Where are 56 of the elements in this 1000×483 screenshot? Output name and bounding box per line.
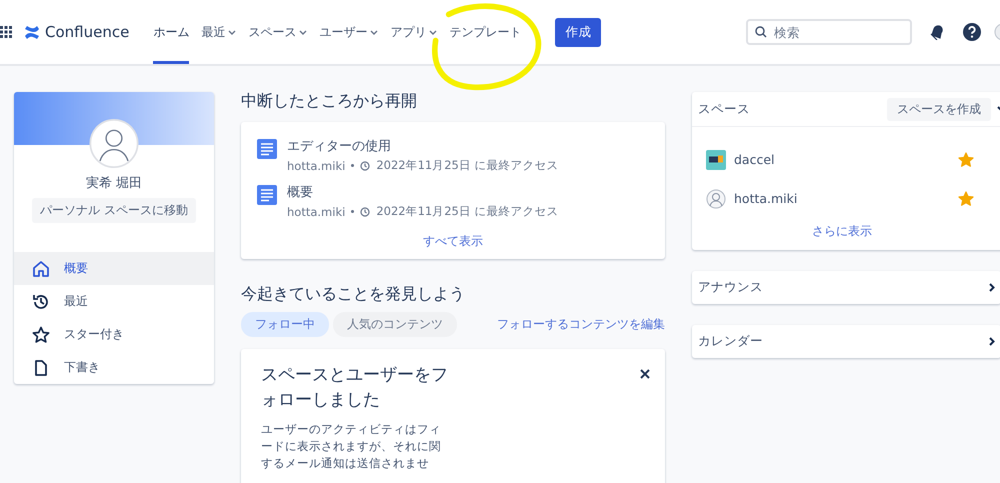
chevron-right-icon [989,337,995,346]
page-icon [257,139,277,159]
nav-tab[interactable]: ホーム [153,0,190,64]
sidebar-item[interactable]: 概要 [14,252,214,285]
search-field[interactable]: 検索 [746,19,912,45]
access-date: 2022年11月25日 に最終アクセス [376,204,559,219]
nav-tab[interactable]: テンプレート [449,0,522,64]
feed-tab[interactable]: フォロー中 [241,312,329,337]
feed-tab[interactable]: 人気のコンテンツ [333,312,457,337]
notification-icon[interactable] [929,24,945,40]
history-icon [32,292,50,310]
separator-dot [351,210,354,213]
show-more-link[interactable]: さらに表示 [812,223,892,240]
create-space-button[interactable]: スペースを作成 [887,98,991,120]
space-link[interactable]: hotta.miki [734,191,798,206]
collapsed-panel[interactable]: アナウンス [692,271,1000,304]
close-icon[interactable] [640,369,650,379]
star-icon[interactable] [958,152,974,168]
author-name: hotta.miki [287,204,346,218]
section-heading: 今起きていることを発見しよう [241,285,466,303]
nav-tab[interactable]: アプリ [390,0,438,64]
star-icon[interactable] [958,190,974,206]
panel-title: スペース [698,100,750,118]
author-name: hotta.miki [287,158,346,172]
space-link[interactable]: daccel [734,152,775,167]
star-icon [32,326,50,344]
sidebar-item[interactable]: 下書き [14,351,214,384]
card-body-text: ユーザーのアクティビティはフィードに表示されますが、それに関するメール通知は送信されませ [261,421,442,472]
chevron-right-icon [989,283,995,292]
profile-name: 実希 堀田 [86,175,142,192]
personal-space-button[interactable]: パーソナル スペースに移動 [32,198,196,223]
show-all-link[interactable]: すべて表示 [423,233,483,250]
logo-icon[interactable] [24,24,40,40]
app-grid-icon[interactable] [0,26,12,38]
nav-tab[interactable]: スペース [248,0,308,64]
page-link[interactable]: エディターの使用 [287,137,559,155]
separator-dot [351,164,354,167]
section-heading: 中断したところから再開 [241,92,418,110]
sidebar-item[interactable]: 最近 [14,285,214,318]
nav-tab[interactable]: ユーザー [319,0,378,64]
create-button[interactable]: 作成 [555,18,602,46]
home-icon [32,260,50,278]
clock-icon [360,160,370,170]
card-title: スペースとユーザーをフォローしました [261,364,449,412]
access-date: 2022年11月25日 に最終アクセス [376,158,559,173]
nav-tab[interactable]: 最近 [201,0,236,64]
collapsed-panel[interactable]: カレンダー [692,325,1000,358]
page-icon [257,185,277,205]
edit-following-link[interactable]: フォローするコンテンツを編集 [497,316,665,333]
page-link[interactable]: 概要 [287,183,559,201]
app-name: Confluence [45,23,130,41]
document-icon [32,358,50,376]
help-icon[interactable] [962,22,982,42]
space-icon [706,150,726,170]
sidebar-item[interactable]: スター付き [14,318,214,351]
clock-icon [360,206,370,216]
